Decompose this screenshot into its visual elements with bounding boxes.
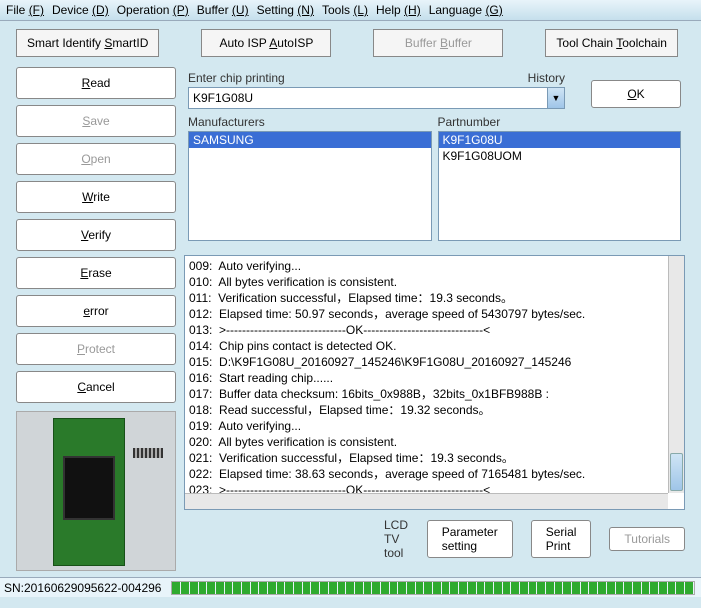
menu-operation[interactable]: Operation (P): [117, 3, 189, 17]
read-button[interactable]: Read: [16, 67, 176, 99]
serial-print-button[interactable]: Serial Print: [531, 520, 592, 558]
list-item[interactable]: SAMSUNG: [189, 132, 431, 148]
tool-chain-button[interactable]: Tool Chain Toolchain: [545, 29, 678, 57]
menu-bar: File (F) Device (D) Operation (P) Buffer…: [0, 0, 701, 21]
log-line: 014: Chip pins contact is detected OK.: [189, 338, 680, 354]
chip-select-panel: Enter chip printing History ▼ OK Manufac…: [184, 67, 685, 245]
smart-identify-button[interactable]: Smart Identify SmartID: [16, 29, 159, 57]
log-horizontal-scrollbar[interactable]: [185, 493, 668, 509]
adapter-photo: [16, 411, 176, 571]
chip-input[interactable]: [188, 87, 548, 109]
log-line: 020: All bytes verification is consisten…: [189, 434, 680, 450]
menu-setting[interactable]: Setting (N): [257, 3, 314, 17]
lcd-tv-tool-label: LCD TV tool: [384, 518, 409, 560]
log-vertical-scrollbar[interactable]: [668, 256, 684, 493]
partnumber-list[interactable]: K9F1G08U K9F1G08UOM: [438, 131, 682, 241]
chip-dropdown-icon[interactable]: ▼: [548, 87, 565, 109]
list-item[interactable]: K9F1G08U: [439, 132, 681, 148]
menu-help[interactable]: Help (H): [376, 3, 421, 17]
log-line: 012: Elapsed time: 50.97 seconds，average…: [189, 306, 680, 322]
menu-language[interactable]: Language (G): [429, 3, 503, 17]
partnumber-label: Partnumber: [438, 115, 682, 129]
log-line: 013: >------------------------------OK--…: [189, 322, 680, 338]
erase-button[interactable]: Erase: [16, 257, 176, 289]
log-line: 016: Start reading chip......: [189, 370, 680, 386]
parameter-setting-button[interactable]: Parameter setting: [427, 520, 513, 558]
auto-isp-button[interactable]: Auto ISP AutoISP: [201, 29, 331, 57]
log-line: 019: Auto verifying...: [189, 418, 680, 434]
log-line: 022: Elapsed time: 38.63 seconds，average…: [189, 466, 680, 482]
write-button[interactable]: Write: [16, 181, 176, 213]
status-bar: SN:20160629095622-004296: [0, 577, 701, 597]
ok-button[interactable]: OK: [591, 80, 681, 108]
error-button[interactable]: error: [16, 295, 176, 327]
log-output[interactable]: 009: Auto verifying...010: All bytes ver…: [184, 255, 685, 510]
menu-device[interactable]: Device (D): [52, 3, 109, 17]
save-button[interactable]: Save: [16, 105, 176, 137]
verify-button[interactable]: Verify: [16, 219, 176, 251]
menu-tools[interactable]: Tools (L): [322, 3, 368, 17]
list-item[interactable]: K9F1G08UOM: [439, 148, 681, 164]
log-line: 021: Verification successful，Elapsed tim…: [189, 450, 680, 466]
history-label: History: [528, 71, 565, 85]
log-line: 009: Auto verifying...: [189, 258, 680, 274]
toolbar: Smart Identify SmartID Auto ISP AutoISP …: [0, 21, 701, 61]
manufacturers-label: Manufacturers: [188, 115, 432, 129]
left-panel: Read Save Open Write Verify Erase error …: [16, 67, 176, 571]
log-line: 017: Buffer data checksum: 16bits_0x988B…: [189, 386, 680, 402]
enter-chip-label: Enter chip printing: [188, 71, 285, 85]
log-line: 015: D:\K9F1G08U_20160927_145246\K9F1G08…: [189, 354, 680, 370]
buffer-button[interactable]: Buffer Buffer: [373, 29, 503, 57]
menu-buffer[interactable]: Buffer (U): [197, 3, 249, 17]
protect-button[interactable]: Protect: [16, 333, 176, 365]
menu-file[interactable]: File (F): [6, 3, 44, 17]
cancel-button[interactable]: Cancel: [16, 371, 176, 403]
serial-number: SN:20160629095622-004296: [0, 581, 165, 595]
log-line: 010: All bytes verification is consisten…: [189, 274, 680, 290]
log-line: 011: Verification successful，Elapsed tim…: [189, 290, 680, 306]
open-button[interactable]: Open: [16, 143, 176, 175]
log-line: 018: Read successful，Elapsed time：19.32 …: [189, 402, 680, 418]
bottom-toolbar: LCD TV tool Parameter setting Serial Pri…: [184, 514, 685, 564]
progress-bar: [171, 581, 695, 595]
tutorials-button[interactable]: Tutorials: [609, 527, 685, 551]
manufacturers-list[interactable]: SAMSUNG: [188, 131, 432, 241]
